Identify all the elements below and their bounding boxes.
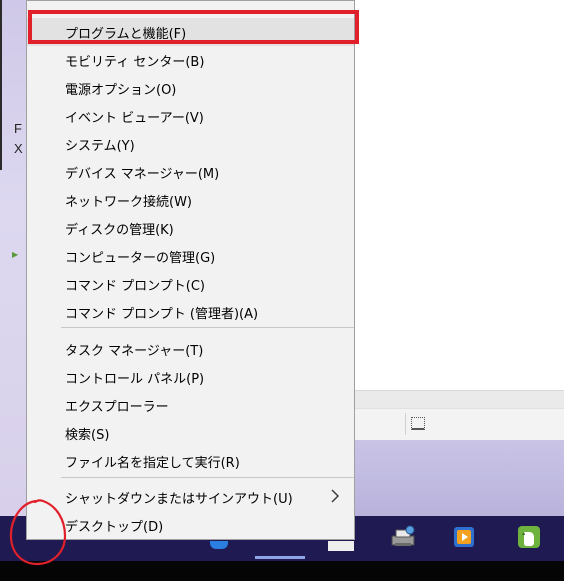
background-window-toolbar <box>355 408 564 441</box>
menu-separator <box>61 327 354 328</box>
menu-item-power-options[interactable]: 電源オプション(O) <box>27 74 354 102</box>
background-letter: X <box>14 141 23 156</box>
annotation-circle <box>9 499 67 566</box>
menu-item-label: 電源オプション(O) <box>65 82 177 98</box>
menu-item-label: タスク マネージャー(T) <box>65 343 204 359</box>
view-toggle-icon[interactable] <box>411 417 425 430</box>
taskbar-active-indicator <box>255 556 305 559</box>
toolbar-divider <box>405 413 406 435</box>
menu-item-label: デバイス マネージャー(M) <box>65 166 220 182</box>
desktop-background <box>355 440 564 516</box>
menu-item-label: 検索(S) <box>65 427 110 443</box>
background-window <box>355 0 564 440</box>
menu-item-command-prompt[interactable]: コマンド プロンプト(C) <box>27 270 354 298</box>
menu-item-event-viewer[interactable]: イベント ビューアー(V) <box>27 102 354 130</box>
power-user-context-menu: プログラムと機能(F) モビリティ センター(B) 電源オプション(O) イベン… <box>26 0 355 540</box>
taskbar-app-icon-partial[interactable] <box>328 541 354 551</box>
menu-item-label: コマンド プロンプト (管理者)(A) <box>65 306 259 322</box>
menu-item-control-panel[interactable]: コントロール パネル(P) <box>27 363 354 391</box>
menu-item-disk-management[interactable]: ディスクの管理(K) <box>27 214 354 242</box>
bottom-strip <box>0 561 564 581</box>
menu-item-computer-management[interactable]: コンピューターの管理(G) <box>27 242 354 270</box>
annotation-highlight-box <box>28 10 359 44</box>
menu-item-label: ファイル名を指定して実行(R) <box>65 455 240 471</box>
menu-item-system[interactable]: システム(Y) <box>27 130 354 158</box>
menu-item-desktop[interactable]: デスクトップ(D) <box>27 511 354 539</box>
taskbar-app-icon-partial[interactable] <box>210 541 228 549</box>
background-letter: F <box>14 121 22 136</box>
menu-item-label: コマンド プロンプト(C) <box>65 278 205 294</box>
menu-item-label: モビリティ センター(B) <box>65 54 205 70</box>
menu-item-label: デスクトップ(D) <box>65 519 164 535</box>
menu-item-run[interactable]: ファイル名を指定して実行(R) <box>27 447 354 475</box>
network-printer-icon[interactable] <box>388 522 418 552</box>
menu-item-label: システム(Y) <box>65 138 135 154</box>
menu-item-search[interactable]: 検索(S) <box>27 419 354 447</box>
chevron-right-icon <box>326 487 344 505</box>
menu-item-task-manager[interactable]: タスク マネージャー(T) <box>27 335 354 363</box>
menu-item-mobility-center[interactable]: モビリティ センター(B) <box>27 46 354 74</box>
menu-item-label: エクスプローラー <box>65 399 169 415</box>
menu-item-label: ディスクの管理(K) <box>65 222 174 238</box>
menu-item-label: コンピューターの管理(G) <box>65 250 216 266</box>
menu-separator <box>61 477 354 478</box>
menu-item-label: イベント ビューアー(V) <box>65 110 204 126</box>
menu-item-label: シャットダウンまたはサインアウト(U) <box>65 491 293 507</box>
menu-item-network-connections[interactable]: ネットワーク接続(W) <box>27 186 354 214</box>
menu-item-label: ネットワーク接続(W) <box>65 194 192 210</box>
menu-item-file-explorer[interactable]: エクスプローラー <box>27 391 354 419</box>
evernote-icon[interactable] <box>514 522 544 552</box>
media-player-icon[interactable] <box>449 522 479 552</box>
window-edge-line <box>0 0 2 170</box>
menu-item-label: コントロール パネル(P) <box>65 371 205 387</box>
menu-item-device-manager[interactable]: デバイス マネージャー(M) <box>27 158 354 186</box>
background-window-statusbar <box>355 390 564 409</box>
menu-item-command-prompt-admin[interactable]: コマンド プロンプト (管理者)(A) <box>27 298 354 326</box>
expand-arrow-icon: ▶ <box>12 250 19 259</box>
menu-item-shutdown-or-sign-out[interactable]: シャットダウンまたはサインアウト(U) <box>27 483 354 511</box>
